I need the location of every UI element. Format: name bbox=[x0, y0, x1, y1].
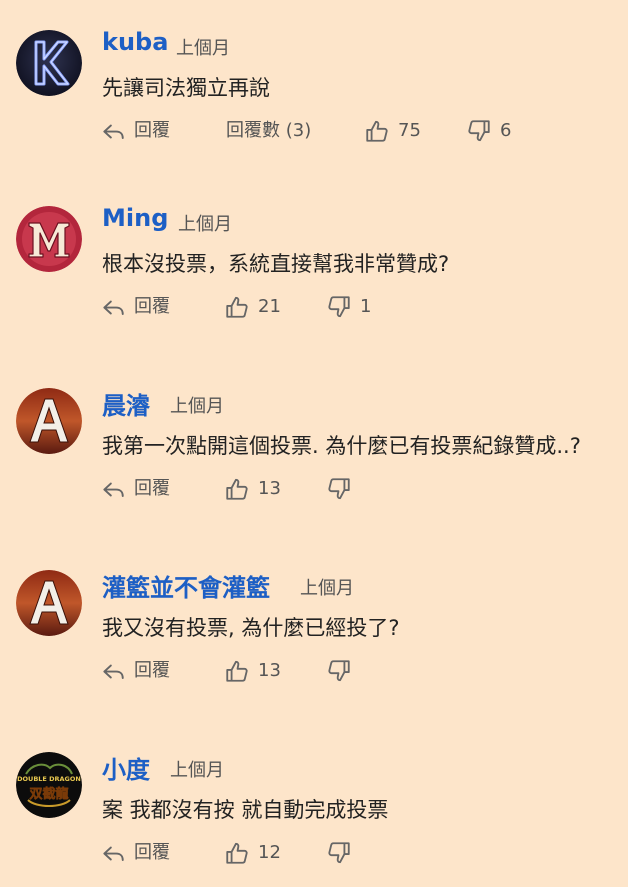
like-count: 13 bbox=[258, 478, 281, 499]
reply-label: 回覆 bbox=[134, 842, 170, 863]
a-letter-avatar-icon bbox=[16, 388, 82, 454]
avatar[interactable] bbox=[16, 30, 82, 96]
reply-button[interactable]: 回覆 bbox=[100, 292, 170, 322]
timestamp: 上個月 bbox=[178, 214, 232, 235]
comment-text: 案 我都沒有按 就自動完成投票 bbox=[102, 798, 389, 822]
thumbs-up-icon bbox=[226, 660, 248, 682]
dislike-button[interactable]: 1 bbox=[326, 292, 371, 322]
reply-button[interactable]: 回覆 bbox=[100, 116, 170, 146]
comment-text: 根本沒投票，系統直接幫我非常贊成? bbox=[102, 252, 450, 276]
dislike-button[interactable] bbox=[326, 838, 360, 868]
like-count: 21 bbox=[258, 296, 281, 317]
timestamp: 上個月 bbox=[170, 396, 224, 417]
timestamp: 上個月 bbox=[170, 760, 224, 781]
reply-arrow-icon bbox=[103, 124, 124, 140]
comment-text: 我又沒有投票, 為什麼已經投了? bbox=[102, 616, 400, 640]
thumbs-down-icon bbox=[328, 660, 350, 682]
double-dragon-logo-avatar-icon: DOUBLE DRAGON 双截龍 bbox=[16, 752, 82, 818]
thumbs-up-icon bbox=[226, 478, 248, 500]
reply-label: 回覆 bbox=[134, 296, 170, 317]
reply-label: 回覆 bbox=[134, 660, 170, 681]
reply-label: 回覆 bbox=[134, 478, 170, 499]
reply-button[interactable]: 回覆 bbox=[100, 656, 170, 686]
avatar[interactable] bbox=[16, 206, 82, 272]
thumbs-up-icon bbox=[226, 296, 248, 318]
thumbs-up-icon bbox=[226, 842, 248, 864]
username[interactable]: kuba bbox=[102, 28, 168, 56]
k-letter-avatar-icon bbox=[16, 30, 82, 96]
like-button[interactable]: 12 bbox=[224, 838, 281, 868]
like-button[interactable]: 13 bbox=[224, 656, 281, 686]
thumbs-down-icon bbox=[328, 296, 350, 318]
comment-actions: 回覆 13 bbox=[100, 474, 620, 504]
dislike-button[interactable] bbox=[326, 656, 360, 686]
m-letter-avatar-icon bbox=[16, 206, 82, 272]
comment-actions: 回覆 12 bbox=[100, 838, 620, 868]
reply-label: 回覆 bbox=[134, 120, 170, 141]
like-button[interactable]: 21 bbox=[224, 292, 281, 322]
avatar[interactable]: DOUBLE DRAGON 双截龍 bbox=[16, 752, 82, 818]
like-count: 12 bbox=[258, 842, 281, 863]
avatar[interactable] bbox=[16, 570, 82, 636]
a-letter-avatar-icon bbox=[16, 570, 82, 636]
thumbs-up-icon bbox=[366, 120, 388, 142]
thumbs-down-icon bbox=[328, 478, 350, 500]
comment-actions: 回覆 21 1 bbox=[100, 292, 620, 322]
like-count: 75 bbox=[398, 120, 421, 141]
reply-arrow-icon bbox=[103, 482, 124, 498]
thumbs-down-icon bbox=[328, 842, 350, 864]
reply-arrow-icon bbox=[103, 300, 124, 316]
username[interactable]: 灌籃並不會灌籃 bbox=[102, 568, 270, 603]
thumbs-down-icon bbox=[468, 120, 490, 142]
username[interactable]: Ming bbox=[102, 204, 168, 232]
avatar[interactable] bbox=[16, 388, 82, 454]
comment-text: 先讓司法獨立再說 bbox=[102, 76, 270, 100]
svg-text:DOUBLE DRAGON: DOUBLE DRAGON bbox=[17, 775, 81, 783]
like-count: 13 bbox=[258, 660, 281, 681]
like-button[interactable]: 75 bbox=[364, 116, 421, 146]
username[interactable]: 晨濬 bbox=[102, 386, 150, 421]
comment-actions: 回覆 13 bbox=[100, 656, 620, 686]
dislike-button[interactable] bbox=[326, 474, 360, 504]
dislike-count: 1 bbox=[360, 296, 372, 317]
like-button[interactable]: 13 bbox=[224, 474, 281, 504]
replies-count-label: 回覆數 (3) bbox=[226, 120, 312, 141]
username[interactable]: 小度 bbox=[102, 750, 150, 785]
dislike-count: 6 bbox=[500, 120, 512, 141]
reply-button[interactable]: 回覆 bbox=[100, 474, 170, 504]
timestamp: 上個月 bbox=[300, 578, 354, 599]
timestamp: 上個月 bbox=[176, 38, 230, 59]
reply-arrow-icon bbox=[103, 846, 124, 862]
comment-text: 我第一次點開這個投票. 為什麼已有投票紀錄贊成..? bbox=[102, 434, 581, 458]
svg-text:双截龍: 双截龍 bbox=[29, 786, 68, 802]
replies-count-button[interactable]: 回覆數 (3) bbox=[226, 116, 311, 146]
reply-arrow-icon bbox=[103, 664, 124, 680]
comment-actions: 回覆 回覆數 (3) 75 6 bbox=[100, 116, 620, 146]
dislike-button[interactable]: 6 bbox=[466, 116, 511, 146]
reply-button[interactable]: 回覆 bbox=[100, 838, 170, 868]
